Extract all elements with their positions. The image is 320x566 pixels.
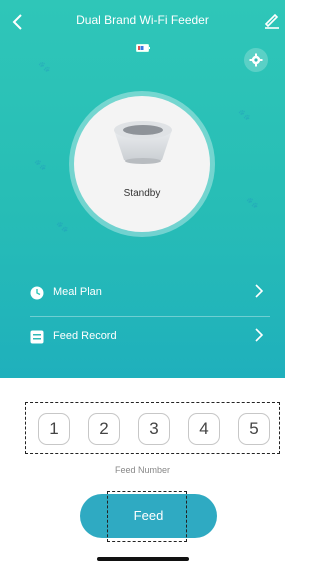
- paw-pattern-icon: 🐾: [56, 222, 69, 233]
- feed-number-option-5[interactable]: 5: [238, 413, 270, 445]
- pencil-icon: [264, 13, 279, 29]
- feed-number-option-3[interactable]: 3: [138, 413, 170, 445]
- page-title: Dual Brand Wi-Fi Feeder: [76, 13, 209, 27]
- battery-icon: [136, 44, 150, 52]
- settings-button[interactable]: [244, 48, 268, 72]
- bowl-icon: [114, 121, 172, 164]
- feed-record-row[interactable]: Feed Record: [0, 316, 285, 360]
- feed-button-highlight: [107, 491, 187, 542]
- feed-number-option-2[interactable]: 2: [88, 413, 120, 445]
- paw-pattern-icon: 🐾: [246, 198, 259, 209]
- chevron-right-icon: [253, 283, 265, 302]
- meal-plan-row[interactable]: Meal Plan: [0, 272, 285, 316]
- back-button[interactable]: [6, 10, 30, 34]
- feed-record-label: Feed Record: [53, 330, 117, 342]
- paw-pattern-icon: 🐾: [34, 160, 47, 171]
- feed-number-option-1[interactable]: 1: [38, 413, 70, 445]
- chevron-left-icon: [12, 14, 22, 30]
- edit-button[interactable]: [262, 10, 282, 30]
- feed-number-option-4[interactable]: 4: [188, 413, 220, 445]
- clock-icon: [30, 286, 44, 300]
- paw-pattern-icon: 🐾: [38, 62, 51, 73]
- feed-number-label: Feed Number: [114, 465, 171, 475]
- chevron-right-icon: [253, 327, 265, 346]
- gear-icon: [249, 53, 263, 67]
- device-panel: Dual Brand Wi-Fi Feeder 🐾 🐾 🐾 🐾 🐾 Standb…: [0, 0, 285, 378]
- list-icon: [30, 330, 44, 344]
- app-header: Dual Brand Wi-Fi Feeder: [0, 0, 285, 44]
- home-indicator: [97, 557, 189, 561]
- paw-pattern-icon: 🐾: [238, 110, 251, 121]
- feeder-status-text: Standby: [123, 188, 161, 199]
- meal-plan-label: Meal Plan: [53, 286, 102, 298]
- feeder-status-circle: Standby: [74, 96, 210, 232]
